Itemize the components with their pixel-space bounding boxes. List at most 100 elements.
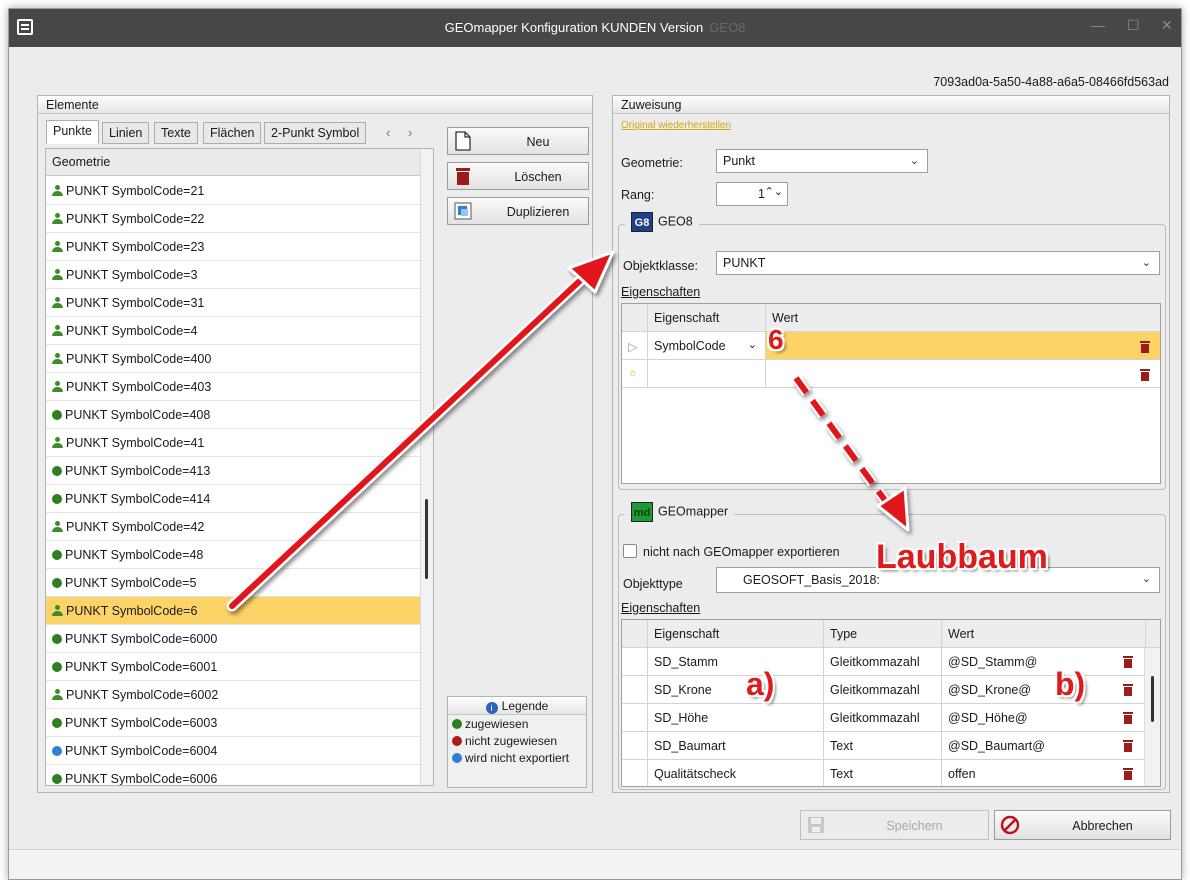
- grid-scrollbar[interactable]: [1144, 648, 1160, 786]
- list-item[interactable]: PUNKT SymbolCode=413: [46, 457, 421, 485]
- list-item[interactable]: PUNKT SymbolCode=41: [46, 429, 421, 457]
- restore-original-link[interactable]: Original wiederherstellen: [621, 120, 731, 131]
- list-item[interactable]: PUNKT SymbolCode=5: [46, 569, 421, 597]
- tab-linien[interactable]: Linien: [102, 122, 150, 144]
- property-type-cell[interactable]: Text: [824, 732, 942, 760]
- list-item[interactable]: PUNKT SymbolCode=4: [46, 317, 421, 345]
- property-type-cell[interactable]: Gleitkommazahl: [824, 704, 942, 732]
- list-item[interactable]: PUNKT SymbolCode=400: [46, 345, 421, 373]
- list-item-label: PUNKT SymbolCode=6: [66, 604, 198, 618]
- list-scrollbar-thumb[interactable]: [425, 499, 428, 579]
- tab-texte[interactable]: Texte: [154, 122, 198, 144]
- list-item-label: PUNKT SymbolCode=31: [66, 296, 205, 310]
- row-header-cell: [622, 704, 648, 732]
- property-value-cell[interactable]: @SD_Baumart@: [942, 732, 1146, 760]
- duplicate-button[interactable]: Duplizieren: [447, 197, 589, 225]
- geometry-select[interactable]: Punkt ⌄: [716, 149, 928, 173]
- new-row-value-cell[interactable]: [766, 360, 1160, 388]
- tab-flaechen[interactable]: Flächen: [203, 122, 262, 144]
- list-item[interactable]: PUNKT SymbolCode=3: [46, 261, 421, 289]
- list-item[interactable]: PUNKT SymbolCode=6004: [46, 737, 421, 765]
- property-type-cell[interactable]: Gleitkommazahl: [824, 676, 942, 704]
- column-header-eigenschaft[interactable]: Eigenschaft: [648, 304, 766, 332]
- status-dot-icon: [52, 410, 62, 420]
- property-property-cell[interactable]: Qualitätscheck: [648, 760, 824, 786]
- list-item[interactable]: PUNKT SymbolCode=408: [46, 401, 421, 429]
- property-value-cell[interactable]: @SD_Stamm@: [942, 648, 1146, 676]
- column-header-type[interactable]: Type: [824, 620, 942, 648]
- spinner-arrows-icon[interactable]: ⌃⌄: [765, 185, 783, 198]
- column-header-wert[interactable]: Wert: [942, 620, 1146, 648]
- chevron-down-icon: ⌄: [1141, 257, 1151, 269]
- tab-scroll-left-icon[interactable]: ‹: [386, 125, 390, 140]
- save-button[interactable]: Speichern: [800, 810, 989, 840]
- grid-scrollbar-thumb[interactable]: [1151, 676, 1154, 722]
- property-type-cell[interactable]: Text: [824, 760, 942, 786]
- list-item-label: PUNKT SymbolCode=413: [65, 464, 211, 478]
- person-icon: [52, 689, 63, 700]
- list-item[interactable]: PUNKT SymbolCode=6003: [46, 709, 421, 737]
- property-property-cell[interactable]: SD_Stamm: [648, 648, 824, 676]
- list-item[interactable]: PUNKT SymbolCode=23: [46, 233, 421, 261]
- list-item[interactable]: PUNKT SymbolCode=48: [46, 541, 421, 569]
- trash-icon[interactable]: [1140, 369, 1150, 381]
- trash-icon[interactable]: [1123, 712, 1133, 724]
- list-item[interactable]: PUNKT SymbolCode=403: [46, 373, 421, 401]
- tab-scroll-right-icon[interactable]: ›: [408, 125, 412, 140]
- objektklasse-select[interactable]: PUNKT ⌄: [716, 251, 1160, 275]
- trash-icon[interactable]: [1140, 341, 1150, 353]
- property-value-cell[interactable]: @SD_Krone@: [942, 676, 1146, 704]
- cancel-button[interactable]: Abbrechen: [994, 810, 1171, 840]
- trash-icon[interactable]: [1123, 656, 1133, 668]
- person-icon: [52, 437, 63, 448]
- symbolcode-property-select[interactable]: SymbolCode ⌄: [648, 332, 766, 360]
- list-item-label: PUNKT SymbolCode=408: [65, 408, 211, 422]
- close-icon[interactable]: ✕: [1161, 17, 1173, 34]
- property-value-cell[interactable]: @SD_Höhe@: [942, 704, 1146, 732]
- column-header-eigenschaft[interactable]: Eigenschaft: [648, 620, 824, 648]
- list-item[interactable]: PUNKT SymbolCode=6000: [46, 625, 421, 653]
- property-property-cell[interactable]: SD_Baumart: [648, 732, 824, 760]
- property-type-cell[interactable]: Gleitkommazahl: [824, 648, 942, 676]
- symbolcode-value-cell[interactable]: [766, 332, 1160, 360]
- minimize-icon[interactable]: —: [1091, 17, 1105, 33]
- info-icon: i: [485, 702, 498, 714]
- new-button[interactable]: Neu: [447, 127, 589, 155]
- person-icon: [52, 605, 63, 616]
- trash-icon[interactable]: [1123, 740, 1133, 752]
- list-item[interactable]: PUNKT SymbolCode=6: [46, 597, 421, 625]
- list-item[interactable]: PUNKT SymbolCode=22: [46, 205, 421, 233]
- list-item[interactable]: PUNKT SymbolCode=414: [46, 485, 421, 513]
- column-header-geometrie[interactable]: Geometrie: [46, 149, 421, 176]
- list-item-label: PUNKT SymbolCode=6003: [65, 716, 218, 730]
- maximize-icon[interactable]: ☐: [1127, 17, 1140, 34]
- no-export-checkbox[interactable]: [623, 544, 637, 558]
- row-expand-icon[interactable]: ▷: [622, 332, 648, 360]
- rank-spinner[interactable]: 1 ⌃⌄: [716, 182, 788, 206]
- property-property-cell[interactable]: SD_Krone: [648, 676, 824, 704]
- property-property-cell[interactable]: SD_Höhe: [648, 704, 824, 732]
- annotation-a: a): [746, 666, 775, 702]
- objekttype-value: GEOSOFT_Basis_2018:: [743, 573, 880, 587]
- trash-icon[interactable]: [1123, 684, 1133, 696]
- list-item[interactable]: PUNKT SymbolCode=21: [46, 177, 421, 205]
- trash-icon[interactable]: [1123, 768, 1133, 780]
- new-row-property-cell[interactable]: [648, 360, 766, 388]
- list-item[interactable]: PUNKT SymbolCode=31: [46, 289, 421, 317]
- status-dot-icon: [452, 719, 462, 729]
- column-header-wert[interactable]: Wert: [766, 304, 1160, 332]
- list-scrollbar[interactable]: [420, 149, 433, 785]
- person-icon: [52, 325, 63, 336]
- floppy-disk-icon: [808, 817, 824, 833]
- list-item[interactable]: PUNKT SymbolCode=6002: [46, 681, 421, 709]
- property-value-cell[interactable]: offen: [942, 760, 1146, 786]
- list-item[interactable]: PUNKT SymbolCode=6001: [46, 653, 421, 681]
- delete-button[interactable]: Löschen: [447, 162, 589, 190]
- tab-2-punkt-symbol[interactable]: 2-Punkt Symbol: [264, 122, 367, 144]
- main-window: GEOmapper Konfiguration KUNDEN Version GE…: [8, 8, 1182, 880]
- tab-punkte[interactable]: Punkte: [46, 120, 99, 144]
- annotation-value-6: 6: [768, 324, 784, 355]
- status-bar: [9, 849, 1181, 879]
- list-item[interactable]: PUNKT SymbolCode=6006: [46, 765, 421, 785]
- list-item[interactable]: PUNKT SymbolCode=42: [46, 513, 421, 541]
